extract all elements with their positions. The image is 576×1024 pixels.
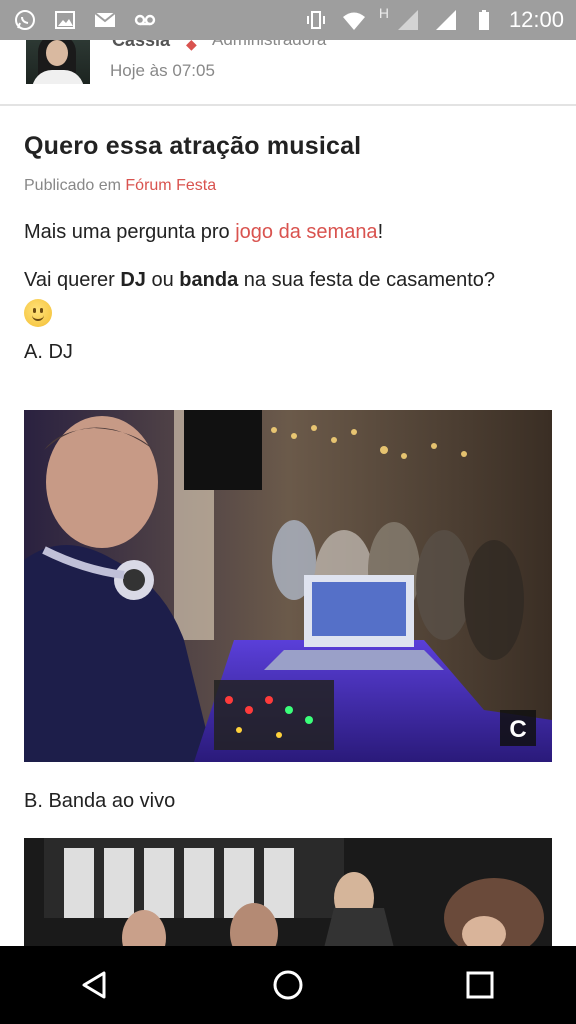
- question-text-2: ou: [145, 269, 180, 291]
- author-header: Cássia ◆ Administradora Hoje às 07:05: [0, 40, 576, 106]
- signal-icon: [433, 7, 459, 33]
- recents-icon: [466, 971, 494, 999]
- home-button[interactable]: [258, 955, 318, 1015]
- battery-icon: [471, 7, 497, 33]
- post-timestamp: Hoje às 07:05: [110, 61, 215, 80]
- recents-button[interactable]: [450, 955, 510, 1015]
- image-icon: [52, 7, 78, 33]
- intro-paragraph: Mais uma pergunta pro jogo da semana!: [24, 217, 554, 247]
- intro-text: Mais uma pergunta pro: [24, 221, 236, 243]
- published-prefix: Publicado em: [24, 177, 121, 194]
- intro-suffix: !: [377, 221, 384, 243]
- mail-icon: [92, 7, 118, 33]
- clock: 12:00: [508, 7, 564, 32]
- wifi-icon: [341, 7, 367, 33]
- smile-emoji-icon: [24, 299, 52, 327]
- back-icon: [82, 971, 106, 999]
- back-button[interactable]: [66, 955, 126, 1015]
- question-dj: DJ: [120, 269, 146, 291]
- admin-badge-icon: ◆: [186, 40, 197, 52]
- post-body: Quero essa atração musical Publicado em …: [24, 128, 554, 364]
- option-a-label: A. DJ: [24, 341, 73, 363]
- published-in: Publicado em Fórum Festa: [24, 177, 554, 195]
- vibrate-icon: [303, 7, 329, 33]
- dj-photo-illustration: C: [24, 410, 552, 762]
- signal-icon: [395, 7, 421, 33]
- question-paragraph: Vai querer DJ ou banda na sua festa de c…: [24, 265, 554, 327]
- post-content: Cássia ◆ Administradora Hoje às 07:05 Qu…: [0, 40, 576, 946]
- band-photo[interactable]: [24, 838, 552, 946]
- navigation-bar: [0, 946, 576, 1024]
- forum-link[interactable]: Fórum Festa: [125, 177, 216, 194]
- whatsapp-icon: [12, 7, 38, 33]
- network-type-label: H: [378, 5, 389, 21]
- post-title: Quero essa atração musical: [24, 132, 362, 160]
- question-text-3: na sua festa de casamento?: [238, 269, 496, 291]
- question-text-1: Vai querer: [24, 269, 121, 291]
- game-of-week-link[interactable]: jogo da semana: [235, 221, 377, 243]
- question-band: banda: [179, 269, 239, 291]
- band-photo-illustration: [24, 838, 552, 946]
- option-b-label: B. Banda ao vivo: [24, 790, 176, 812]
- dj-photo[interactable]: C: [24, 410, 552, 762]
- status-bar: H 12:00: [0, 0, 576, 40]
- avatar[interactable]: [26, 40, 90, 84]
- voicemail-icon: [132, 7, 158, 33]
- watermark-logo: C: [509, 716, 526, 743]
- home-icon: [273, 970, 303, 1000]
- author-name[interactable]: Cássia: [112, 40, 170, 51]
- author-role: Administradora: [212, 40, 326, 50]
